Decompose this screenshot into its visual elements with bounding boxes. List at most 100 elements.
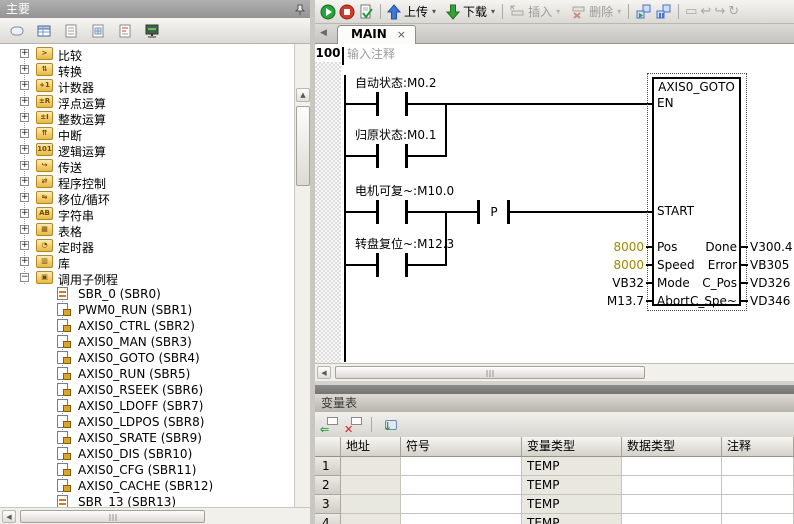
upload-button[interactable]: 上传 [404,3,428,20]
expand-icon[interactable]: + [20,145,29,154]
run-button[interactable] [320,4,336,20]
cross-reference-view-icon[interactable] [115,22,135,40]
variable-table[interactable]: 地址符号变量类型数据类型注释1TEMP2TEMP3TEMP4TEMP [315,437,794,524]
tree-category[interactable]: +⇋移位/循环 [0,190,294,206]
table-cell-address[interactable] [341,476,401,495]
table-cell-data_type[interactable] [622,476,722,495]
tree-category[interactable]: +↪传送 [0,158,294,174]
column-header[interactable]: 数据类型 [622,437,722,457]
expand-icon[interactable]: + [20,177,29,186]
tree-vertical-scrollbar[interactable]: ▲ [294,44,310,507]
tree-category[interactable]: −▣调用子例程 [0,270,294,286]
download-icon[interactable] [446,4,460,20]
expand-icon[interactable]: + [20,65,29,74]
program-status-start-icon[interactable] [635,4,652,20]
network-comment-placeholder[interactable]: 输入注释 [347,47,395,61]
tree-subroutine[interactable]: AXIS0_RUN (SBR5) [0,366,294,382]
table-cell-data_type[interactable] [622,495,722,514]
table-cell-comment[interactable] [722,476,794,495]
expand-icon[interactable]: + [20,129,29,138]
download-button[interactable]: 下载 [463,3,487,20]
tree-subroutine[interactable]: AXIS0_DIS (SBR10) [0,446,294,462]
tree-category[interactable]: +▥库 [0,254,294,270]
tree-category[interactable]: +◔定时器 [0,238,294,254]
table-cell-var_type[interactable]: TEMP [522,457,622,476]
tree-category[interactable]: +101逻辑运算 [0,142,294,158]
tree-horizontal-scrollbar[interactable]: ◀ [0,507,310,524]
tree-subroutine[interactable]: AXIS0_CTRL (SBR2) [0,318,294,334]
status-chart-view-icon[interactable] [61,22,81,40]
data-block-view-icon[interactable] [88,22,108,40]
tree-category[interactable]: +⇈中断 [0,126,294,142]
column-header[interactable]: 符号 [401,437,522,457]
insert-icon[interactable] [509,5,525,19]
tree-subroutine[interactable]: SBR_13 (SBR13) [0,494,294,507]
tree-subroutine[interactable]: AXIS0_LDPOS (SBR8) [0,414,294,430]
compile-button[interactable] [358,4,374,20]
table-cell-var_type[interactable]: TEMP [522,495,622,514]
table-cell-var_type[interactable]: TEMP [522,476,622,495]
program-edit-view-icon[interactable] [7,22,27,40]
tab-close-icon[interactable]: × [397,28,406,41]
expand-icon[interactable]: + [20,81,29,90]
bookmark-toggle-icon[interactable]: ▭ [685,4,697,19]
tree-subroutine[interactable]: AXIS0_CFG (SBR11) [0,462,294,478]
tree-subroutine[interactable]: AXIS0_RSEEK (SBR6) [0,382,294,398]
upload-dropdown-arrow[interactable]: ▾ [432,7,436,16]
horizontal-scroll-thumb[interactable] [20,510,205,523]
table-cell-comment[interactable] [722,457,794,476]
block-input-value[interactable]: VB32 [574,276,644,290]
column-header[interactable]: 变量类型 [522,437,622,457]
insert-button[interactable]: 插入 [528,3,552,20]
expand-icon[interactable]: + [20,241,29,250]
scroll-up-button[interactable]: ▲ [296,88,310,102]
table-cell-symbol[interactable] [401,495,522,514]
tree-category[interactable]: +▦表格 [0,222,294,238]
expand-icon[interactable]: + [20,193,29,202]
column-header[interactable]: 地址 [341,437,401,457]
table-cell-address[interactable] [341,514,401,524]
tab-main[interactable]: MAIN× [337,25,416,44]
block-input-value[interactable]: 8000 [574,258,644,272]
table-cell-symbol[interactable] [401,457,522,476]
tree-category[interactable]: +⇅转换 [0,62,294,78]
block-output-value[interactable]: VB305 [750,258,789,272]
download-dropdown-arrow[interactable]: ▾ [491,7,495,16]
previous-bookmark-icon[interactable]: ↩ [700,4,711,19]
editor-scroll-thumb[interactable] [335,366,645,379]
expand-icon[interactable]: + [20,257,29,266]
download-table-button[interactable]: ↓ [380,416,399,433]
table-cell-comment[interactable] [722,514,794,524]
expand-icon[interactable]: + [20,225,29,234]
row-number[interactable]: 1 [315,457,341,476]
tree-category[interactable]: +AB字符串 [0,206,294,222]
editor-scroll-left-button[interactable]: ◀ [317,366,331,379]
next-bookmark-icon[interactable]: ↪ [714,4,725,19]
program-status-pause-icon[interactable] [655,4,672,20]
collapse-icon[interactable]: − [20,273,29,282]
row-number[interactable]: 2 [315,476,341,495]
expand-icon[interactable]: + [20,161,29,170]
table-cell-address[interactable] [341,495,401,514]
stop-button[interactable] [339,4,355,20]
symbol-table-view-icon[interactable] [34,22,54,40]
editor-horizontal-scrollbar[interactable]: ◀ [315,363,794,381]
communication-view-icon[interactable] [142,22,162,40]
row-number[interactable]: 4 [315,514,341,524]
table-cell-data_type[interactable] [622,457,722,476]
table-cell-symbol[interactable] [401,476,522,495]
upload-icon[interactable] [387,4,401,20]
delete-button[interactable]: 删除 [589,3,613,20]
table-cell-var_type[interactable]: TEMP [522,514,622,524]
delete-row-button[interactable]: ✕ [344,416,363,433]
expand-icon[interactable]: + [20,209,29,218]
block-output-value[interactable]: VD346 [750,294,790,308]
tree-subroutine[interactable]: AXIS0_GOTO (SBR4) [0,350,294,366]
block-output-value[interactable]: V300.4 [750,240,793,254]
table-cell-address[interactable] [341,457,401,476]
vertical-scroll-thumb[interactable] [296,106,310,186]
table-cell-symbol[interactable] [401,514,522,524]
tab-scroll-left-icon[interactable]: ◀ [320,28,327,38]
ladder-editor[interactable]: 100 输入注释自动状态:M0.2归原状态:M0.1电机可复~:M10.0转盘复… [315,44,794,363]
tree-subroutine[interactable]: AXIS0_CACHE (SBR12) [0,478,294,494]
